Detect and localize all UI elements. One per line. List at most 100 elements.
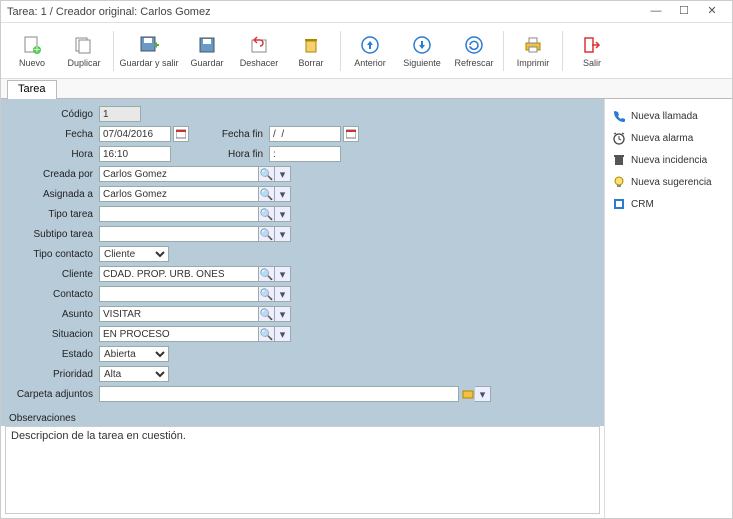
label-situacion: Situacion	[9, 329, 99, 340]
dropdown-situacion[interactable]: ▾	[275, 326, 291, 342]
search-icon: 🔍	[260, 188, 274, 201]
chevron-down-icon: ▾	[280, 188, 286, 201]
toolbar-deshacer-button[interactable]: Deshacer	[234, 27, 284, 75]
side-nueva-llamada[interactable]: Nueva llamada	[609, 105, 728, 127]
search-icon: 🔍	[260, 228, 274, 241]
observaciones-text: Descripcion de la tarea en cuestión.	[11, 430, 186, 442]
toolbar-anterior-label: Anterior	[354, 58, 386, 68]
label-contacto: Contacto	[9, 289, 99, 300]
alarm-clock-icon	[611, 130, 627, 146]
toolbar-guardar-label: Guardar	[190, 58, 223, 68]
field-hora-fin[interactable]	[269, 146, 341, 162]
chevron-down-icon: ▾	[280, 208, 286, 221]
field-tipo-contacto[interactable]: Cliente	[99, 246, 169, 262]
field-cliente[interactable]	[99, 266, 259, 282]
chevron-down-icon: ▾	[280, 228, 286, 241]
label-fecha: Fecha	[9, 129, 99, 140]
dropdown-contacto[interactable]: ▾	[275, 286, 291, 302]
side-nueva-sugerencia[interactable]: Nueva sugerencia	[609, 171, 728, 193]
toolbar-nuevo-button[interactable]: + Nuevo	[7, 27, 57, 75]
lookup-situacion[interactable]: 🔍	[259, 326, 275, 342]
toolbar-duplicar-button[interactable]: Duplicar	[59, 27, 109, 75]
duplicate-icon	[73, 34, 95, 56]
label-observaciones: Observaciones	[1, 411, 604, 426]
trash-icon	[611, 152, 627, 168]
lookup-creada-por[interactable]: 🔍	[259, 166, 275, 182]
calendar-button-fecha[interactable]	[173, 126, 189, 142]
field-carpeta-adjuntos[interactable]	[99, 386, 459, 402]
arrow-down-icon	[411, 34, 433, 56]
dropdown-tipo-tarea[interactable]: ▾	[275, 206, 291, 222]
dropdown-asignada-a[interactable]: ▾	[275, 186, 291, 202]
lookup-asunto[interactable]: 🔍	[259, 306, 275, 322]
field-estado[interactable]: Abierta	[99, 346, 169, 362]
lookup-tipo-tarea[interactable]: 🔍	[259, 206, 275, 222]
dropdown-carpeta[interactable]: ▾	[475, 386, 491, 402]
field-tipo-tarea[interactable]	[99, 206, 259, 222]
dropdown-cliente[interactable]: ▾	[275, 266, 291, 282]
side-nueva-sugerencia-label: Nueva sugerencia	[631, 177, 712, 188]
toolbar-anterior-button[interactable]: Anterior	[345, 27, 395, 75]
side-nueva-incidencia[interactable]: Nueva incidencia	[609, 149, 728, 171]
calendar-icon	[346, 129, 356, 139]
window-maximize-button[interactable]: ☐	[670, 2, 698, 22]
field-asignada-a[interactable]	[99, 186, 259, 202]
toolbar-nuevo-label: Nuevo	[19, 58, 45, 68]
field-prioridad[interactable]: Alta	[99, 366, 169, 382]
lookup-subtipo-tarea[interactable]: 🔍	[259, 226, 275, 242]
toolbar: + Nuevo Duplicar Guardar y salir Guardar…	[1, 23, 732, 79]
dropdown-creada-por[interactable]: ▾	[275, 166, 291, 182]
field-situacion[interactable]	[99, 326, 259, 342]
window-titlebar: Tarea: 1 / Creador original: Carlos Gome…	[1, 1, 732, 23]
side-nueva-incidencia-label: Nueva incidencia	[631, 155, 707, 166]
field-subtipo-tarea[interactable]	[99, 226, 259, 242]
toolbar-imprimir-label: Imprimir	[517, 58, 550, 68]
label-subtipo-tarea: Subtipo tarea	[9, 229, 99, 240]
phone-icon	[611, 108, 627, 124]
side-crm[interactable]: CRM	[609, 193, 728, 215]
field-asunto[interactable]	[99, 306, 259, 322]
toolbar-borrar-button[interactable]: Borrar	[286, 27, 336, 75]
toolbar-separator	[503, 31, 504, 71]
calendar-button-fecha-fin[interactable]	[343, 126, 359, 142]
toolbar-separator	[113, 31, 114, 71]
lookup-contacto[interactable]: 🔍	[259, 286, 275, 302]
label-fecha-fin: Fecha fin	[209, 129, 269, 140]
field-contacto[interactable]	[99, 286, 259, 302]
side-crm-label: CRM	[631, 199, 654, 210]
field-creada-por[interactable]	[99, 166, 259, 182]
field-fecha-fin[interactable]	[269, 126, 341, 142]
toolbar-siguiente-button[interactable]: Siguiente	[397, 27, 447, 75]
toolbar-guardar-button[interactable]: Guardar	[182, 27, 232, 75]
lookup-asignada-a[interactable]: 🔍	[259, 186, 275, 202]
toolbar-refrescar-label: Refrescar	[454, 58, 493, 68]
toolbar-refrescar-button[interactable]: Refrescar	[449, 27, 499, 75]
browse-folder-button[interactable]	[461, 387, 475, 401]
field-codigo	[99, 106, 141, 122]
window-close-button[interactable]: ✕	[698, 2, 726, 22]
toolbar-imprimir-button[interactable]: Imprimir	[508, 27, 558, 75]
toolbar-guardar-salir-button[interactable]: Guardar y salir	[118, 27, 180, 75]
chevron-down-icon: ▾	[280, 328, 286, 341]
field-fecha[interactable]	[99, 126, 171, 142]
dropdown-asunto[interactable]: ▾	[275, 306, 291, 322]
search-icon: 🔍	[260, 168, 274, 181]
arrow-up-icon	[359, 34, 381, 56]
form-area: Código Fecha Fecha fin Hora Hora fin Cre…	[1, 99, 604, 518]
toolbar-salir-button[interactable]: Salir	[567, 27, 617, 75]
field-hora[interactable]	[99, 146, 171, 162]
side-nueva-alarma[interactable]: Nueva alarma	[609, 127, 728, 149]
chevron-down-icon: ▾	[280, 168, 286, 181]
tab-tarea[interactable]: Tarea	[7, 80, 57, 99]
window-minimize-button[interactable]: —	[642, 2, 670, 22]
dropdown-subtipo-tarea[interactable]: ▾	[275, 226, 291, 242]
toolbar-salir-label: Salir	[583, 58, 601, 68]
printer-icon	[522, 34, 544, 56]
search-icon: 🔍	[260, 268, 274, 281]
lookup-cliente[interactable]: 🔍	[259, 266, 275, 282]
svg-text:+: +	[34, 44, 40, 55]
label-tipo-tarea: Tipo tarea	[9, 209, 99, 220]
field-observaciones[interactable]: Descripcion de la tarea en cuestión.	[5, 426, 600, 514]
toolbar-separator	[340, 31, 341, 71]
toolbar-siguiente-label: Siguiente	[403, 58, 441, 68]
